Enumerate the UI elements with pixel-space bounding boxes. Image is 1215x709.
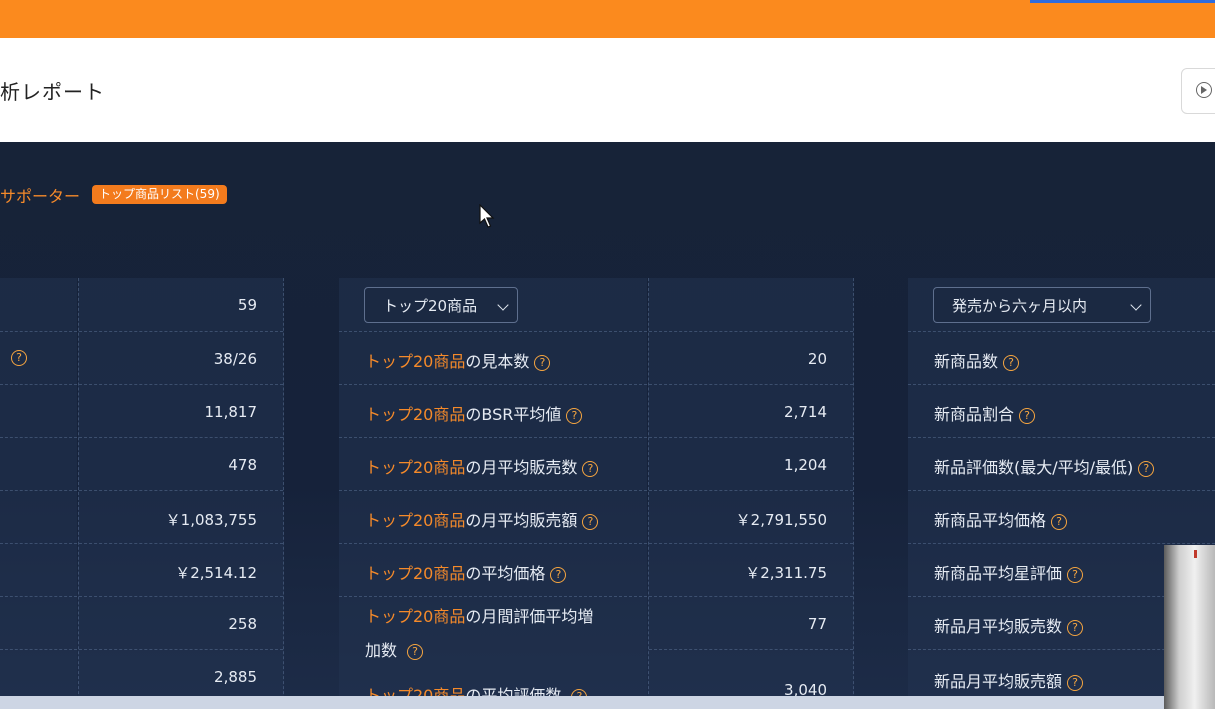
banner-accent — [1030, 0, 1215, 3]
stats-value-column: 59 38/26 11,817 478 ￥1,083,755 ￥2,514.12… — [78, 278, 284, 709]
new-product-ratio-label: 新商品割合? — [934, 401, 1036, 425]
page-title: 析レポート — [0, 80, 105, 104]
top20-monthly-sales-amount-label: トップ20商品の月平均販売額? — [365, 507, 599, 531]
top20-average-price-label: トップ20商品の平均価格? — [365, 560, 567, 584]
new-product-review-count-label: 新品評価数(最大/平均/最低)? — [934, 454, 1155, 478]
stat-value: 20 — [807, 350, 827, 368]
stat-value: ￥1,083,755 — [165, 511, 257, 529]
help-icon[interactable]: ? — [1138, 461, 1155, 477]
new-product-monthly-sales-units-label: 新品月平均販売数? — [934, 613, 1084, 637]
top-banner — [0, 0, 1215, 38]
help-icon[interactable]: ? — [582, 514, 599, 530]
top20-bsr-average-label: トップ20商品のBSR平均値? — [365, 401, 583, 425]
top-products-list-badge[interactable]: トップ商品リスト(59) — [92, 185, 227, 204]
top20-label-column: トップ20商品 トップ20商品の見本数? トップ20商品のBSR平均値? トップ… — [339, 278, 647, 709]
help-icon[interactable]: ? — [1067, 620, 1084, 636]
help-icon[interactable]: ? — [1051, 514, 1068, 530]
release-period-select[interactable]: 発売から六ヶ月以内 — [933, 287, 1151, 323]
top20-monthly-review-increase-label: トップ20商品の月間評価平均増 — [365, 607, 594, 626]
stat-value: 1,204 — [784, 456, 827, 474]
help-icon[interactable]: ? — [11, 350, 27, 366]
stat-value: ￥2,311.75 — [745, 564, 827, 582]
webcam-overlay — [1164, 545, 1215, 709]
webcam-detail — [1194, 550, 1197, 558]
new-product-monthly-sales-amount-label: 新品月平均販売額? — [934, 668, 1084, 692]
stat-value: ￥2,791,550 — [735, 511, 827, 529]
stat-value: 2,885 — [214, 668, 257, 686]
play-button[interactable] — [1181, 68, 1215, 114]
help-icon[interactable]: ? — [1067, 567, 1084, 583]
top20-select[interactable]: トップ20商品 — [364, 287, 518, 323]
bottom-strip — [0, 696, 1215, 709]
help-icon[interactable]: ? — [582, 461, 599, 477]
new-product-average-price-label: 新商品平均価格? — [934, 507, 1068, 531]
top20-sample-count-label: トップ20商品の見本数? — [365, 348, 551, 372]
supporter-link[interactable]: サポーター — [0, 183, 80, 207]
mouse-cursor-icon — [479, 204, 495, 228]
stat-value: ￥2,514.12 — [175, 564, 257, 582]
help-icon[interactable]: ? — [1019, 408, 1036, 424]
page-header — [0, 38, 1215, 142]
top20-value-column: 20 2,714 1,204 ￥2,791,550 ￥2,311.75 77 3… — [648, 278, 854, 709]
stats-label-column: ? — [0, 278, 77, 709]
help-icon[interactable]: ? — [1003, 355, 1020, 371]
stat-value: 258 — [228, 615, 257, 633]
help-icon[interactable]: ? — [550, 567, 567, 583]
help-icon[interactable]: ? — [1067, 675, 1084, 691]
new-product-average-rating-label: 新商品平均星評価? — [934, 560, 1084, 584]
stat-value: 38/26 — [213, 350, 257, 368]
top20-monthly-sales-units-label: トップ20商品の月平均販売数? — [365, 454, 599, 478]
new-product-count-label: 新商品数? — [934, 348, 1020, 372]
chevron-down-icon — [1130, 299, 1142, 311]
stat-value: 2,714 — [784, 403, 827, 421]
chevron-down-icon — [497, 299, 509, 311]
release-period-select-value: 発売から六ヶ月以内 — [952, 297, 1088, 315]
stat-value: 11,817 — [204, 403, 258, 421]
stat-value: 59 — [237, 296, 257, 314]
top20-select-value: トップ20商品 — [383, 297, 478, 315]
stat-value: 77 — [807, 615, 827, 633]
help-icon[interactable]: ? — [534, 355, 551, 371]
stat-value: 478 — [228, 456, 257, 474]
help-icon[interactable]: ? — [566, 408, 583, 424]
play-triangle-icon — [1201, 86, 1207, 94]
